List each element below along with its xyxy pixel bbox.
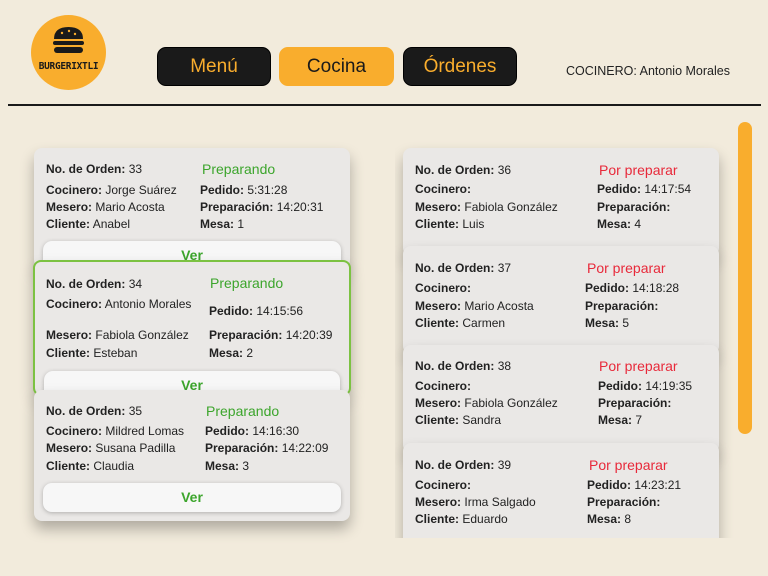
order-table: Mesa: 2	[209, 346, 254, 360]
order-table: Mesa: 7	[598, 413, 643, 427]
order-ordered-time: Pedido: 5:31:28	[200, 183, 288, 197]
order-number: No. de Orden: 39	[415, 458, 512, 472]
header-divider	[8, 104, 761, 106]
order-ordered-time: Pedido: 14:19:35	[598, 379, 693, 393]
order-number: No. de Orden: 38	[415, 359, 512, 373]
order-waiter: Mesero: Mario Acosta	[46, 200, 165, 214]
burger-icon	[53, 27, 84, 53]
order-card-38[interactable]: No. de Orden: 38 Por preparar Cocinero: …	[403, 345, 719, 453]
order-card-36[interactable]: No. de Orden: 36 Por preparar Cocinero: …	[403, 148, 719, 256]
order-waiter: Mesero: Fabiola González	[46, 328, 189, 342]
logo-text: BURGERIXTLI	[38, 61, 99, 72]
order-card-35[interactable]: No. de Orden: 35 Preparando Cocinero: Mi…	[34, 390, 350, 521]
order-status: Preparando	[210, 275, 284, 291]
current-cook: COCINERO: Antonio Morales	[566, 64, 730, 78]
order-status: Por preparar	[599, 358, 678, 374]
pending-orders-list[interactable]: No. de Orden: 36 Por preparar Cocinero: …	[395, 140, 735, 538]
order-waiter: Mesero: Mario Acosta	[415, 299, 534, 313]
order-status: Preparando	[202, 161, 276, 177]
order-client: Cliente: Esteban	[46, 346, 138, 360]
order-ordered-time: Pedido: 14:23:21	[587, 478, 682, 492]
order-prep-time: Preparación:	[587, 495, 661, 509]
order-card-39[interactable]: No. de Orden: 39 Por preparar Cocinero: …	[403, 443, 719, 538]
order-ordered-time: Pedido: 14:18:28	[585, 281, 680, 295]
order-cook: Cocinero:	[415, 281, 472, 295]
nav-kitchen-button[interactable]: Cocina	[279, 47, 394, 86]
order-waiter: Mesero: Fabiola González	[415, 200, 558, 214]
current-cook-label: COCINERO:	[566, 64, 637, 78]
order-cook: Cocinero: Antonio Morales	[46, 297, 192, 311]
order-status: Por preparar	[589, 457, 668, 473]
nav-menu-button[interactable]: Menú	[157, 47, 271, 86]
order-status: Por preparar	[587, 260, 666, 276]
order-card-34[interactable]: No. de Orden: 34 Preparando Cocinero: An…	[33, 260, 351, 400]
order-status: Preparando	[206, 403, 280, 419]
order-client: Cliente: Eduardo	[415, 512, 508, 526]
order-client: Cliente: Anabel	[46, 217, 131, 231]
order-prep-time: Preparación:	[598, 396, 672, 410]
order-table: Mesa: 4	[597, 217, 642, 231]
order-table: Mesa: 3	[205, 459, 250, 473]
order-prep-time: Preparación: 14:20:39	[209, 328, 333, 342]
order-cook: Cocinero: Mildred Lomas	[46, 424, 185, 438]
order-status: Por preparar	[599, 162, 678, 178]
scrollbar[interactable]	[738, 122, 752, 434]
order-table: Mesa: 5	[585, 316, 630, 330]
order-card-37[interactable]: No. de Orden: 37 Por preparar Cocinero: …	[403, 246, 719, 354]
brand-logo: BURGERIXTLI	[31, 15, 106, 90]
order-table: Mesa: 1	[200, 217, 245, 231]
order-ordered-time: Pedido: 14:16:30	[205, 424, 300, 438]
order-ordered-time: Pedido: 14:17:54	[597, 182, 692, 196]
order-prep-time: Preparación:	[585, 299, 659, 313]
order-client: Cliente: Sandra	[415, 413, 502, 427]
order-cook: Cocinero:	[415, 182, 472, 196]
order-ordered-time: Pedido: 14:15:56	[209, 304, 304, 318]
order-number: No. de Orden: 35	[46, 404, 143, 418]
order-waiter: Mesero: Susana Padilla	[46, 441, 176, 455]
order-cook: Cocinero:	[415, 379, 472, 393]
order-number: No. de Orden: 33	[46, 162, 143, 176]
order-waiter: Mesero: Irma Salgado	[415, 495, 536, 509]
nav-orders-button[interactable]: Órdenes	[403, 47, 517, 86]
order-waiter: Mesero: Fabiola González	[415, 396, 558, 410]
order-client: Cliente: Luis	[415, 217, 485, 231]
order-cook: Cocinero:	[415, 478, 472, 492]
view-order-button[interactable]: Ver	[43, 483, 341, 512]
order-number: No. de Orden: 36	[415, 163, 512, 177]
order-table: Mesa: 8	[587, 512, 632, 526]
order-client: Cliente: Claudia	[46, 459, 135, 473]
order-prep-time: Preparación: 14:20:31	[200, 200, 324, 214]
current-cook-name: Antonio Morales	[639, 64, 730, 78]
order-number: No. de Orden: 34	[46, 277, 143, 291]
order-card-33[interactable]: No. de Orden: 33 Preparando Cocinero: Jo…	[34, 148, 350, 270]
order-number: No. de Orden: 37	[415, 261, 512, 275]
order-client: Cliente: Carmen	[415, 316, 506, 330]
order-cook: Cocinero: Jorge Suárez	[46, 183, 177, 197]
order-prep-time: Preparación: 14:22:09	[205, 441, 329, 455]
order-prep-time: Preparación:	[597, 200, 671, 214]
